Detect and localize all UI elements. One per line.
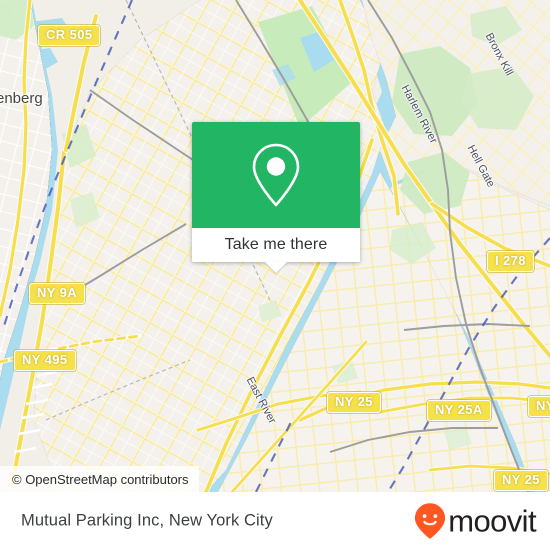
footer-bar: Mutual Parking Inc, New York City moovit — [0, 492, 550, 550]
place-name-label: Mutual Parking Inc, New York City — [21, 511, 273, 530]
shield-ny-25a[interactable]: NY 25A — [427, 400, 491, 421]
shield-ny-25-southeast[interactable]: NY 25 — [494, 470, 548, 491]
map-canvas[interactable]: enberg Harlem River Bronx Kill Hell Gate… — [0, 0, 550, 492]
moovit-logo[interactable]: moovit — [414, 503, 537, 540]
place-label-guttenberg: enberg — [0, 90, 43, 107]
map-pin-icon — [252, 143, 300, 207]
shield-i-278[interactable]: I 278 — [487, 251, 534, 272]
shield-ny-9a[interactable]: NY 9A — [29, 283, 86, 304]
map-attribution[interactable]: © OpenStreetMap contributors — [0, 466, 199, 492]
shield-ny-edge[interactable]: NY — [528, 396, 550, 417]
map-screenshot: enberg Harlem River Bronx Kill Hell Gate… — [0, 0, 550, 550]
shield-ny-25[interactable]: NY 25 — [327, 392, 381, 413]
popup-card-footer[interactable]: Take me there — [192, 228, 360, 262]
popup-pointer-tail — [265, 262, 287, 273]
take-me-there-label: Take me there — [224, 236, 328, 253]
moovit-smiley-pin-icon — [415, 503, 446, 539]
attribution-text: © OpenStreetMap contributors — [12, 471, 189, 487]
moovit-wordmark: moovit — [448, 503, 536, 539]
place-popup-card[interactable]: Take me there — [192, 122, 360, 273]
popup-card-header — [192, 122, 360, 228]
shield-ny-495[interactable]: NY 495 — [14, 350, 76, 371]
shield-cr-505[interactable]: CR 505 — [38, 25, 101, 46]
